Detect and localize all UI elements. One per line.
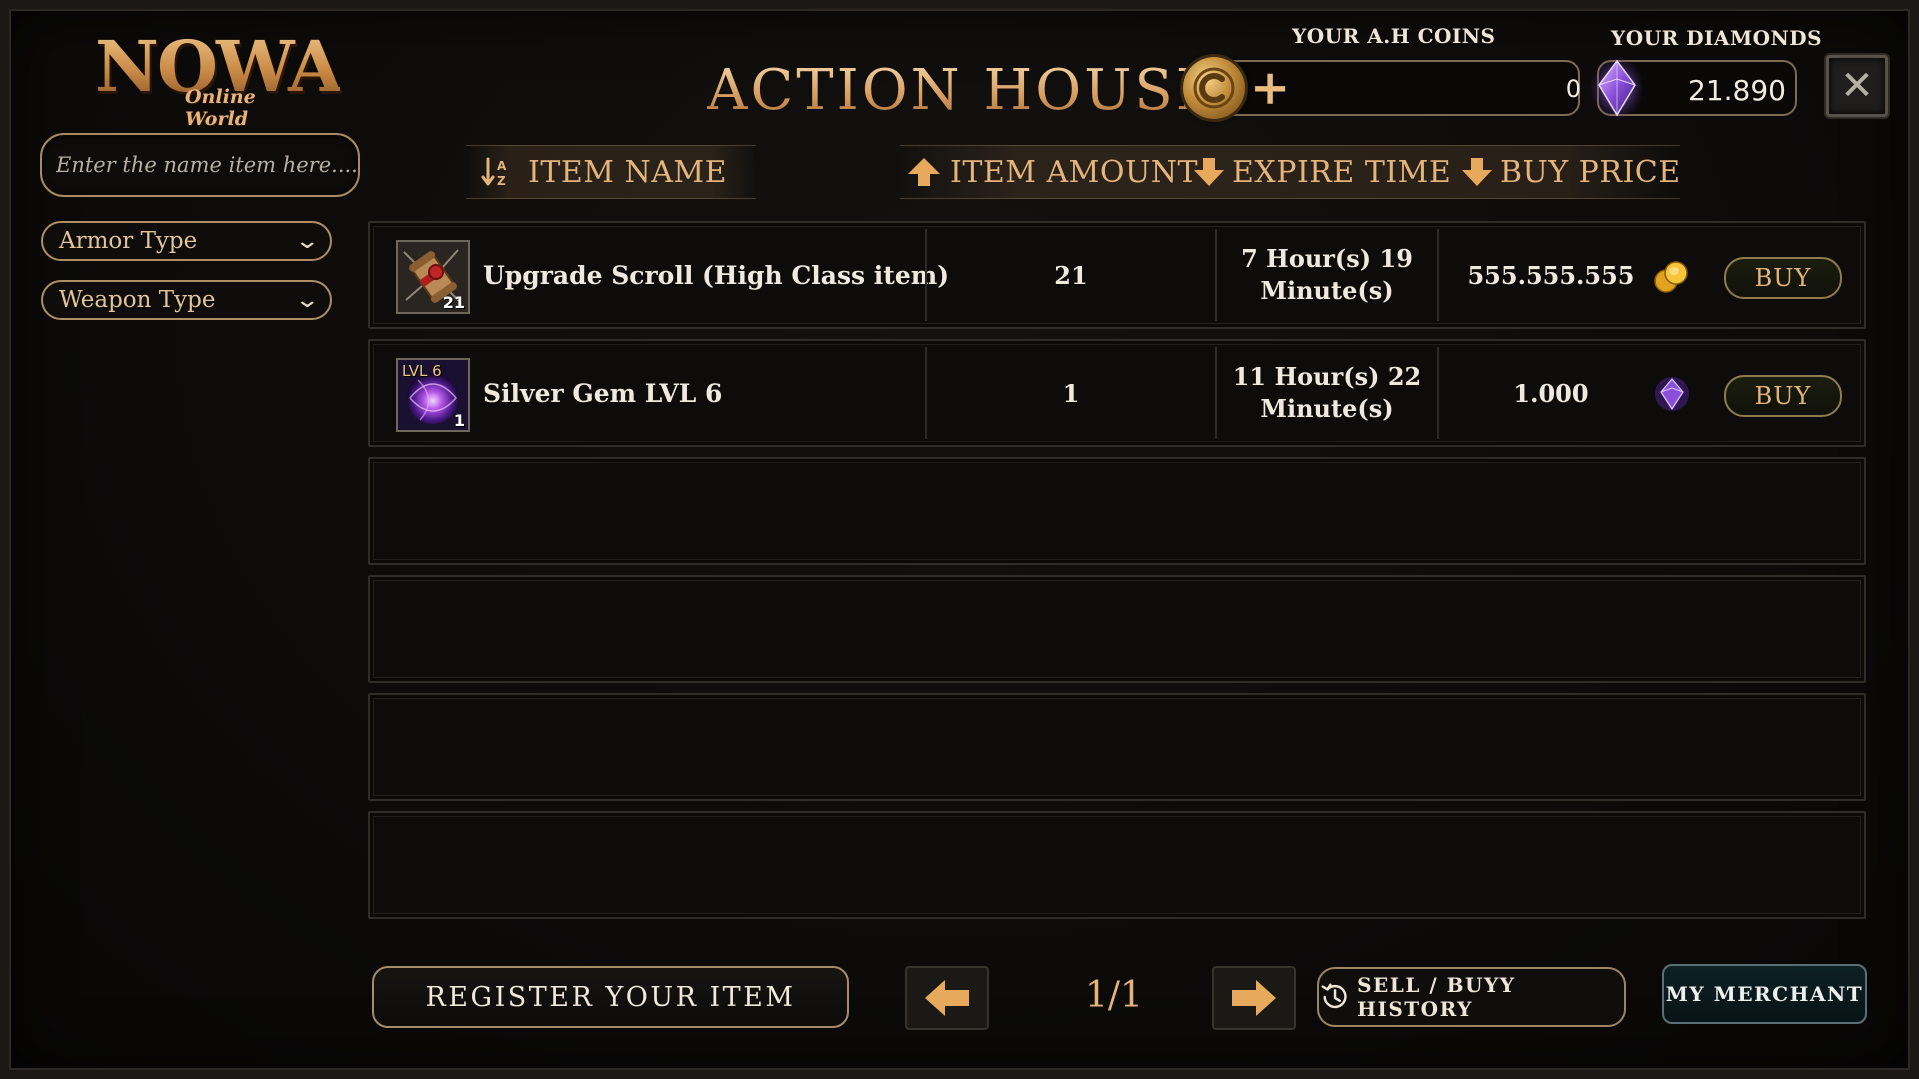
buy-price: 1.000 [1513, 378, 1589, 408]
coins-value: 0 [1565, 75, 1581, 103]
buy-button[interactable]: BUY [1724, 375, 1842, 417]
arrow-left-icon [925, 980, 969, 1016]
svg-text:A: A [497, 159, 507, 173]
diamond-icon [1655, 377, 1689, 411]
chevron-down-icon: ⌄ [293, 287, 320, 313]
coin-icon [1654, 261, 1688, 293]
expire-line-2: Minute(s) [1260, 394, 1394, 423]
item-amount: 21 [1054, 260, 1088, 290]
logo-sub-text: Online World [185, 86, 256, 130]
ah-coin-icon [1183, 57, 1245, 119]
coins-label: YOUR A.H COINS [1292, 24, 1496, 48]
armor-type-label: Armor Type [59, 228, 198, 254]
sell-buy-history-button[interactable]: SELL / BUYY HISTORY [1317, 967, 1626, 1027]
table-row[interactable]: LVL 6 1 Silver Gem LVL 6 1 11 Hour(s) 22… [368, 339, 1866, 447]
empty-row [368, 575, 1866, 683]
empty-row [368, 457, 1866, 565]
expire-time-label: EXPIRE TIME [1232, 154, 1452, 190]
thumb-level: LVL 6 [402, 362, 442, 380]
chevron-down-icon: ⌄ [293, 228, 320, 254]
empty-row [368, 811, 1866, 919]
my-merchant-button[interactable]: MY MERCHANT [1662, 964, 1867, 1024]
buy-button[interactable]: BUY [1724, 257, 1842, 299]
next-page-button[interactable] [1212, 966, 1296, 1030]
expire-line-1: 11 Hour(s) 22 [1232, 362, 1422, 391]
empty-row [368, 693, 1866, 801]
column-header-item-name[interactable]: A Z ITEM NAME [480, 150, 727, 194]
close-icon: ✕ [1840, 63, 1874, 109]
arrow-up-icon [908, 158, 940, 186]
diamonds-label: YOUR DIAMONDS [1611, 26, 1823, 50]
game-logo: NOWA Online World [95, 22, 342, 130]
arrow-down-icon [1194, 158, 1224, 186]
item-thumbnail: LVL 6 1 [396, 358, 470, 432]
expire-line-2: Minute(s) [1260, 276, 1394, 305]
close-button[interactable]: ✕ [1826, 55, 1888, 117]
expire-time: 7 Hour(s) 19 Minute(s) [1217, 223, 1437, 327]
table-row[interactable]: 21 Upgrade Scroll (High Class item) 21 7… [368, 221, 1866, 329]
sort-az-icon: A Z [481, 157, 507, 188]
column-header-buy-price[interactable]: BUY PRICE [1460, 150, 1681, 194]
arrow-down-icon [1462, 158, 1492, 186]
diamonds-value: 21.890 [1688, 74, 1786, 107]
page-indicator: 1/1 [1085, 975, 1143, 1016]
thumb-count: 1 [453, 411, 465, 430]
history-icon [1321, 983, 1347, 1009]
buy-price: 555.555.555 [1467, 260, 1635, 290]
search-box[interactable] [40, 133, 360, 197]
prev-page-button[interactable] [905, 966, 989, 1030]
armor-type-dropdown[interactable]: Armor Type ⌄ [41, 221, 332, 261]
diamond-icon [1590, 56, 1644, 120]
arrow-right-icon [1232, 980, 1276, 1016]
weapon-type-label: Weapon Type [59, 287, 216, 313]
column-header-expire-time[interactable]: EXPIRE TIME [1192, 150, 1451, 194]
search-input[interactable] [54, 152, 358, 178]
expire-time: 11 Hour(s) 22 Minute(s) [1217, 341, 1437, 445]
item-amount-label: ITEM AMOUNT [950, 154, 1199, 190]
item-thumbnail: 21 [396, 240, 470, 314]
buy-price-label: BUY PRICE [1500, 154, 1681, 190]
item-amount: 1 [1062, 378, 1080, 408]
page-title: ACTION HOUSE [707, 58, 1220, 123]
register-item-button[interactable]: REGISTER YOUR ITEM [372, 966, 849, 1028]
item-name: Silver Gem LVL 6 [483, 378, 723, 408]
add-coins-button[interactable]: + [1250, 64, 1290, 112]
thumb-count: 21 [442, 293, 465, 312]
weapon-type-dropdown[interactable]: Weapon Type ⌄ [41, 280, 332, 320]
item-name-label: ITEM NAME [528, 154, 728, 190]
history-label: SELL / BUYY HISTORY [1357, 973, 1516, 1021]
item-name: Upgrade Scroll (High Class item) [483, 260, 950, 290]
column-header-item-amount[interactable]: ITEM AMOUNT [906, 150, 1198, 194]
svg-text:Z: Z [497, 174, 506, 188]
expire-line-1: 7 Hour(s) 19 [1241, 244, 1413, 273]
